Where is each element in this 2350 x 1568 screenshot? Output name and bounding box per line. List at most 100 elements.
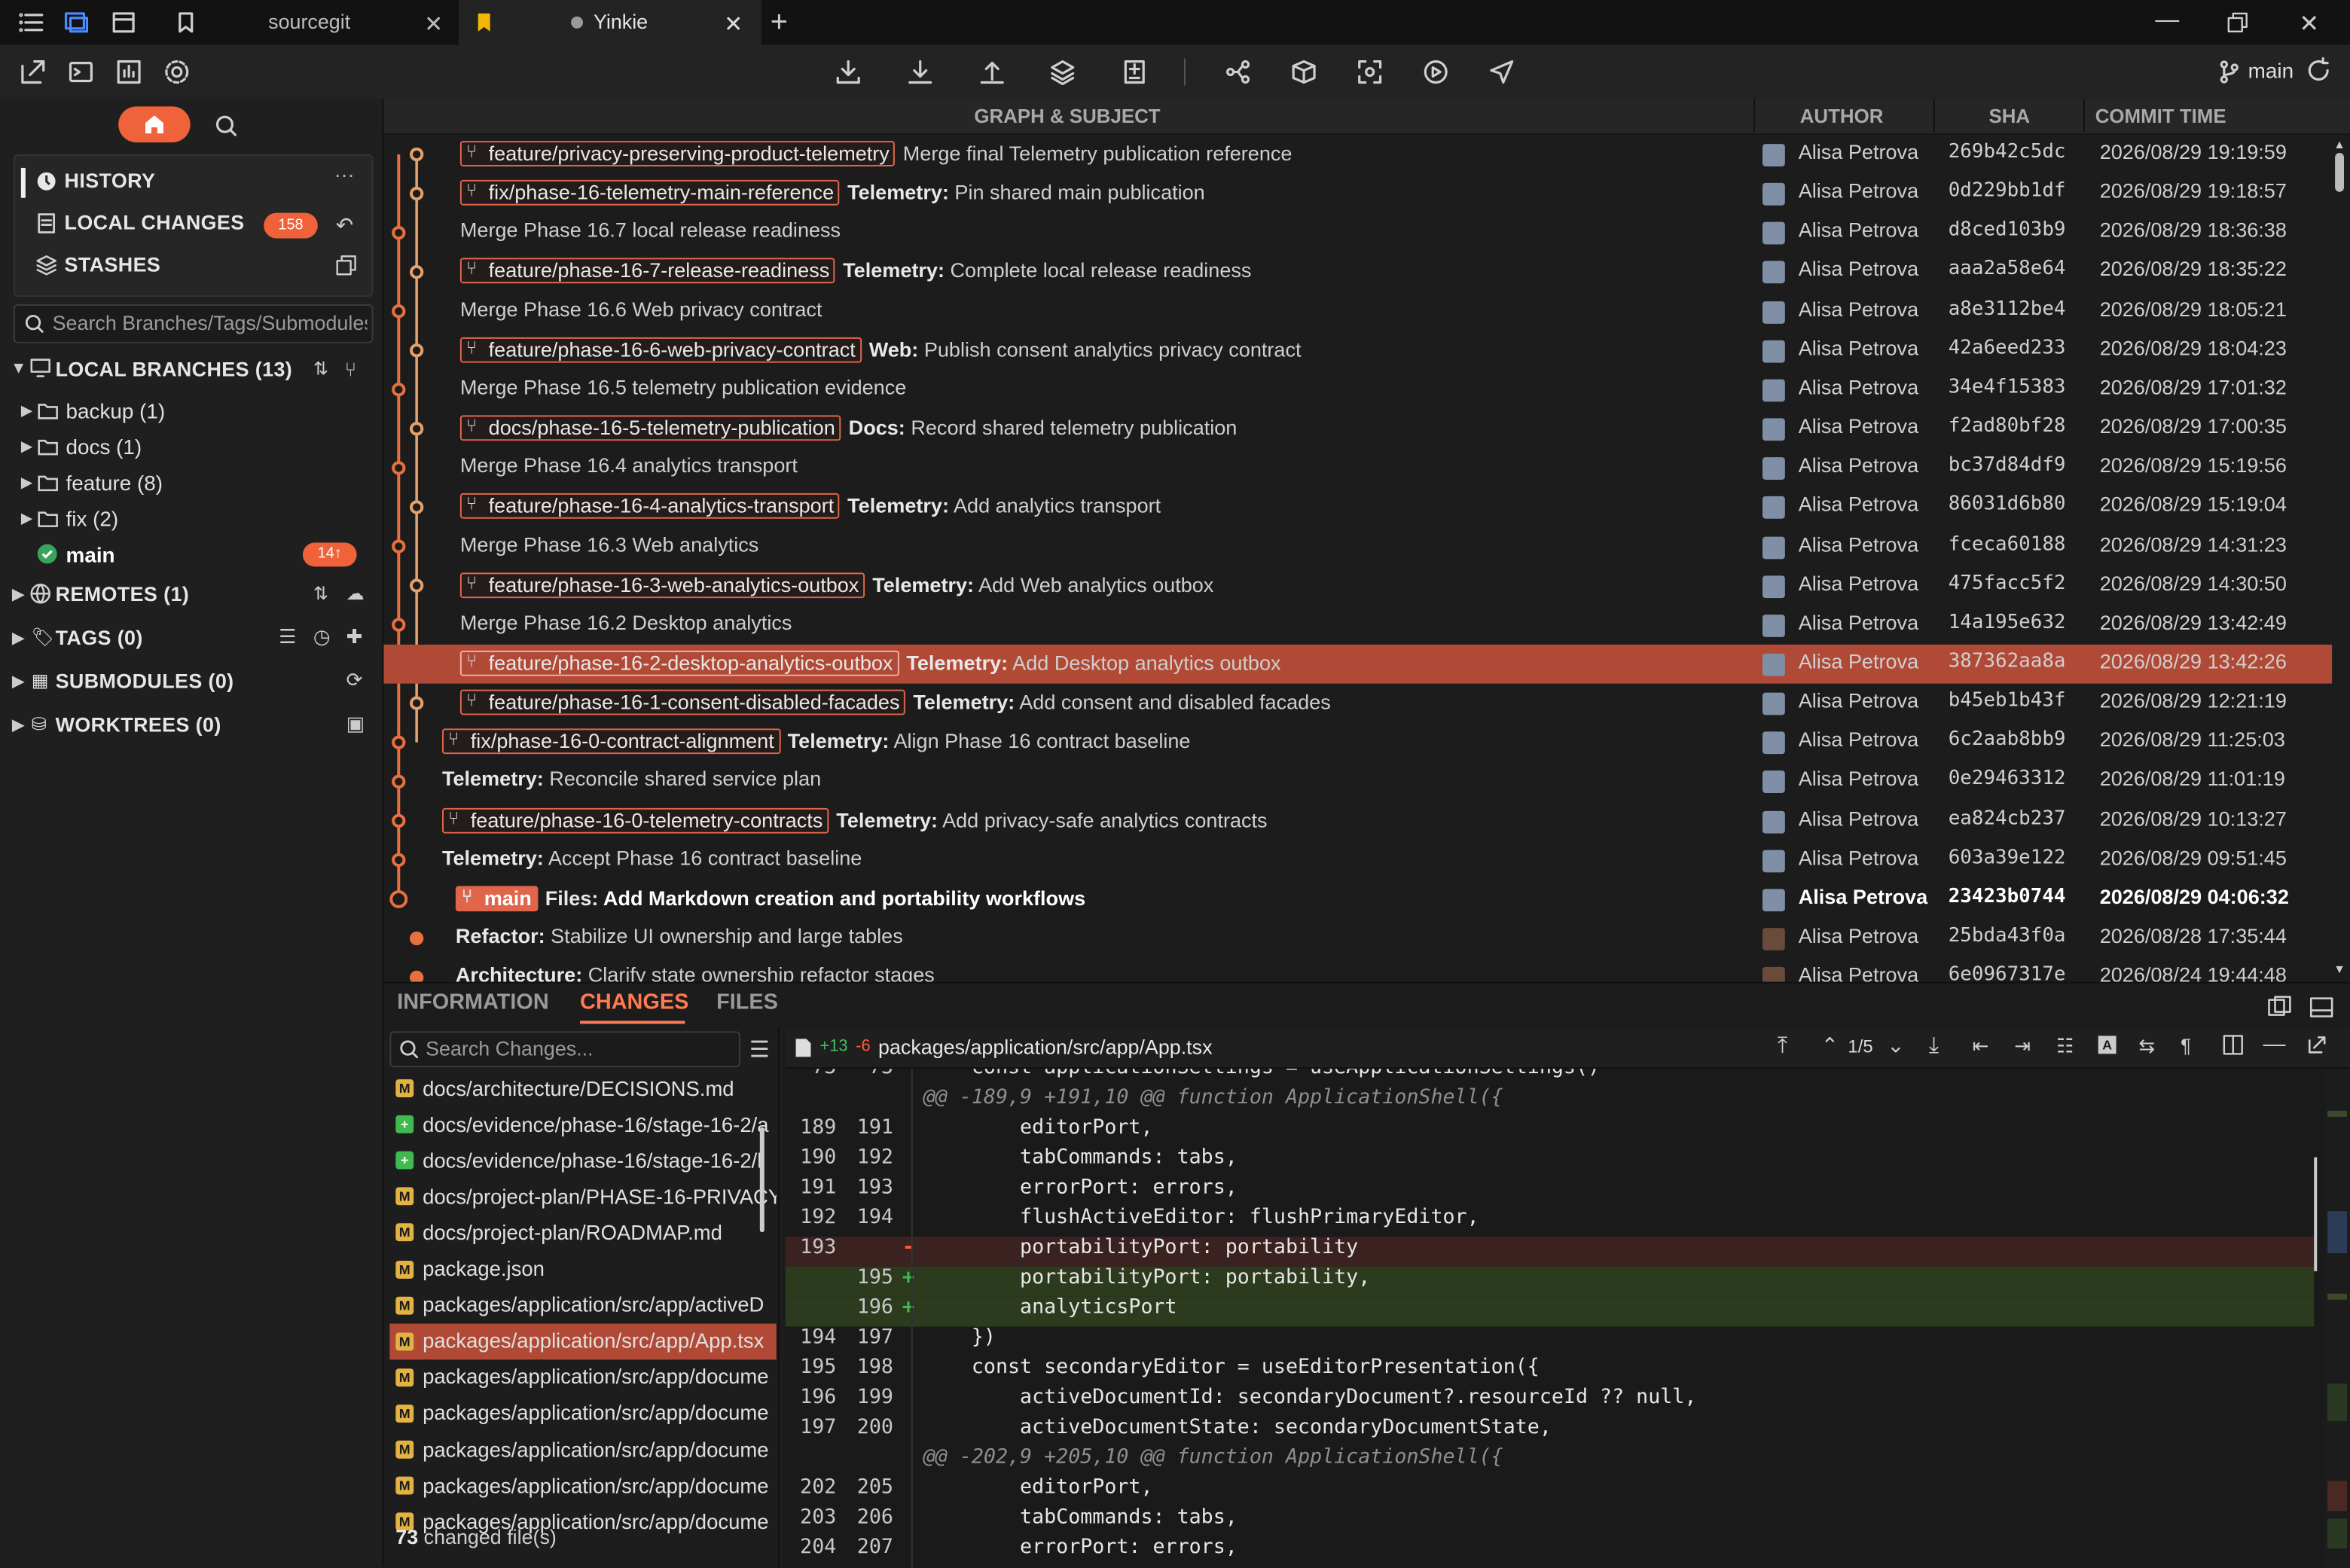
workspace-icon[interactable] (63, 11, 90, 35)
commit-row[interactable]: Merge Phase 16.2 Desktop analytics Alisa … (383, 606, 2332, 645)
search-icon[interactable] (215, 114, 239, 138)
tab-changes[interactable]: CHANGES (580, 991, 688, 1015)
layout-icon[interactable] (2309, 996, 2333, 1020)
branch-folder[interactable]: ▶ fix (2) (0, 502, 382, 535)
menu-icon[interactable] (18, 11, 45, 35)
graph-subject-column[interactable]: GRAPH & SUBJECT (974, 105, 1160, 127)
tags-header[interactable]: ▶ 🏷 TAGS (0) ☰ ◷ ✚ (0, 621, 382, 654)
minimize-button[interactable]: — (2155, 8, 2179, 35)
commit-row[interactable]: Merge Phase 16.7 local release readiness… (383, 213, 2332, 252)
commit-row[interactable]: feature/privacy-preserving-product-telem… (383, 135, 2332, 174)
changed-file-row[interactable]: + docs/evidence/phase-16/stage-16-2/l (389, 1142, 776, 1179)
branch-search-input[interactable]: Search Branches/Tags/Submodules (53, 312, 368, 334)
commit-sha[interactable]: 25bda43f0a (1949, 925, 2066, 947)
commit-sha[interactable]: 23423b0744 (1949, 886, 2066, 908)
branch-ref[interactable]: fix/phase-16-0-contract-alignment (441, 728, 780, 755)
sort-tags-icon[interactable]: ◷ (313, 625, 331, 649)
column-divider[interactable] (2083, 99, 2085, 133)
stashes-nav[interactable]: STASHES (65, 253, 161, 276)
apply-patch-icon[interactable] (1119, 57, 1149, 87)
run-action-icon[interactable] (1421, 57, 1451, 87)
refresh-icon[interactable] (2305, 57, 2332, 84)
commit-row[interactable]: docs/phase-16-5-telemetry-publication Doc… (383, 409, 2332, 448)
diff-scrollbar[interactable] (2314, 1157, 2318, 1271)
branch-folder[interactable]: ▶ backup (1) (0, 394, 382, 427)
line-numbers-icon[interactable]: ☷ (2056, 1034, 2074, 1058)
commit-row[interactable]: main Files: Add Markdown creation and por… (383, 880, 2332, 919)
commit-sha[interactable]: 0e29463312 (1949, 768, 2066, 791)
worktrees-header[interactable]: ▶ ⛁ WORKTREES (0) ▣ (0, 707, 382, 740)
decrease-context-icon[interactable]: ⇤ (1973, 1034, 1989, 1058)
commit-sha[interactable]: 86031d6b80 (1949, 494, 2066, 517)
side-by-side-icon[interactable] (2223, 1034, 2244, 1055)
commit-row[interactable]: Architecture: Clarify state ownership re… (383, 958, 2332, 982)
local-changes-nav[interactable]: LOCAL CHANGES (65, 212, 245, 234)
changed-file-row[interactable]: Mpackages/application/src/app/activeD (389, 1287, 776, 1323)
commit-sha[interactable]: b45eb1b43f (1949, 690, 2066, 712)
sha-column[interactable]: SHA (1988, 105, 2030, 127)
branch-ref[interactable]: feature/privacy-preserving-product-telem… (459, 141, 896, 166)
submodules-header[interactable]: ▶ ▦ SUBMODULES (0) ⟳ (0, 664, 382, 697)
branch-ref[interactable]: docs/phase-16-5-telemetry-publication (459, 415, 841, 441)
branch-ref[interactable]: feature/phase-16-2-desktop-analytics-out… (459, 650, 899, 676)
tab-yinkie[interactable]: Yinkie ✕ (458, 0, 761, 45)
sort-icon[interactable]: ⇅ (313, 358, 328, 380)
commit-row[interactable]: feature/phase-16-4-analytics-transport Te… (383, 488, 2332, 527)
commit-row[interactable]: feature/phase-16-0-telemetry-contracts Te… (383, 801, 2332, 840)
commit-sha[interactable]: 269b42c5dc (1949, 141, 2066, 163)
column-divider[interactable] (1753, 99, 1756, 133)
commit-row[interactable]: feature/phase-16-6-web-privacy-contract W… (383, 331, 2332, 370)
commit-row[interactable]: Merge Phase 16.5 telemetry publication e… (383, 370, 2332, 409)
diff-minimap[interactable] (2324, 1069, 2350, 1568)
add-worktree-icon[interactable]: ▣ (346, 712, 365, 736)
git-lfs-icon[interactable] (1289, 57, 1319, 87)
commit-row[interactable]: fix/phase-16-0-contract-alignment Telemet… (383, 723, 2332, 762)
branch-search-box[interactable]: Search Branches/Tags/Submodules (13, 304, 374, 343)
fetch-icon[interactable] (833, 57, 863, 87)
git-flow-icon[interactable] (1223, 57, 1253, 87)
discard-icon[interactable]: ↶ (336, 213, 353, 239)
changed-file-row[interactable]: Mdocs/architecture/DECISIONS.md (389, 1070, 776, 1106)
commit-sha[interactable]: aaa2a58e64 (1949, 258, 2066, 281)
list-view-icon[interactable]: ☰ (279, 625, 296, 649)
word-wrap-icon[interactable]: ⇆ (2138, 1034, 2155, 1058)
commit-sha[interactable]: f2ad80bf28 (1949, 415, 2066, 438)
stash-icon[interactable] (1048, 57, 1078, 87)
terminal-icon[interactable] (66, 57, 96, 87)
new-tab-button[interactable]: + (771, 6, 788, 41)
sort-icon[interactable]: ⇅ (313, 583, 328, 604)
tab-information[interactable]: INFORMATION (397, 991, 548, 1015)
commit-sha[interactable]: 387362aa8a (1949, 651, 2066, 673)
commit-sha[interactable]: ea824cb237 (1949, 807, 2066, 830)
tab-sourcegit[interactable]: sourcegit ✕ (162, 0, 456, 45)
branch-ref[interactable]: fix/phase-16-telemetry-main-reference (459, 180, 841, 206)
commit-row[interactable]: Merge Phase 16.3 Web analytics Alisa Petr… (383, 527, 2332, 566)
commit-sha[interactable]: 14a195e632 (1949, 612, 2066, 634)
clear-stashes-icon[interactable] (336, 255, 357, 276)
settings-icon[interactable] (162, 57, 192, 87)
branch-main[interactable]: main 14↑ (0, 538, 382, 572)
commit-sha[interactable]: bc37d84df9 (1949, 454, 2066, 477)
push-icon[interactable] (977, 57, 1007, 87)
commit-row[interactable]: feature/phase-16-1-consent-disabled-faca… (383, 684, 2332, 723)
whitespace-icon[interactable]: ¶ (2181, 1034, 2191, 1057)
close-window-button[interactable]: ✕ (2299, 9, 2319, 39)
prev-change-icon[interactable]: ⌃ (1821, 1033, 1839, 1058)
home-button[interactable] (118, 106, 191, 143)
commit-sha[interactable]: 6e0967317e (1949, 964, 2066, 982)
commit-row[interactable]: feature/phase-16-7-release-readiness Tele… (383, 252, 2332, 291)
compare-icon[interactable] (2268, 996, 2292, 1020)
remotes-header[interactable]: ▶ REMOTES (1) ⇅ ☁ (0, 577, 382, 610)
more-icon[interactable]: ··· (334, 163, 355, 186)
changed-file-row[interactable]: Mpackages/application/src/app/docume (389, 1396, 776, 1432)
last-change-icon[interactable]: ⤓ (1929, 1033, 1939, 1058)
commit-sha[interactable]: 0d229bb1df (1949, 180, 2066, 203)
branch-folder[interactable]: ▶ feature (8) (0, 466, 382, 499)
new-branch-icon[interactable]: ⑂ (345, 358, 357, 380)
branch-ref[interactable]: feature/phase-16-6-web-privacy-contract (459, 337, 862, 363)
commit-row[interactable]: feature/phase-16-3-web-analytics-outbox T… (383, 566, 2332, 606)
changed-file-row[interactable]: Mdocs/project-plan/ROADMAP.md (389, 1215, 776, 1251)
commit-sha[interactable]: a8e3112be4 (1949, 297, 2066, 320)
commit-sha[interactable]: 42a6eed233 (1949, 337, 2066, 359)
changed-file-row[interactable]: Mpackage.json (389, 1251, 776, 1287)
